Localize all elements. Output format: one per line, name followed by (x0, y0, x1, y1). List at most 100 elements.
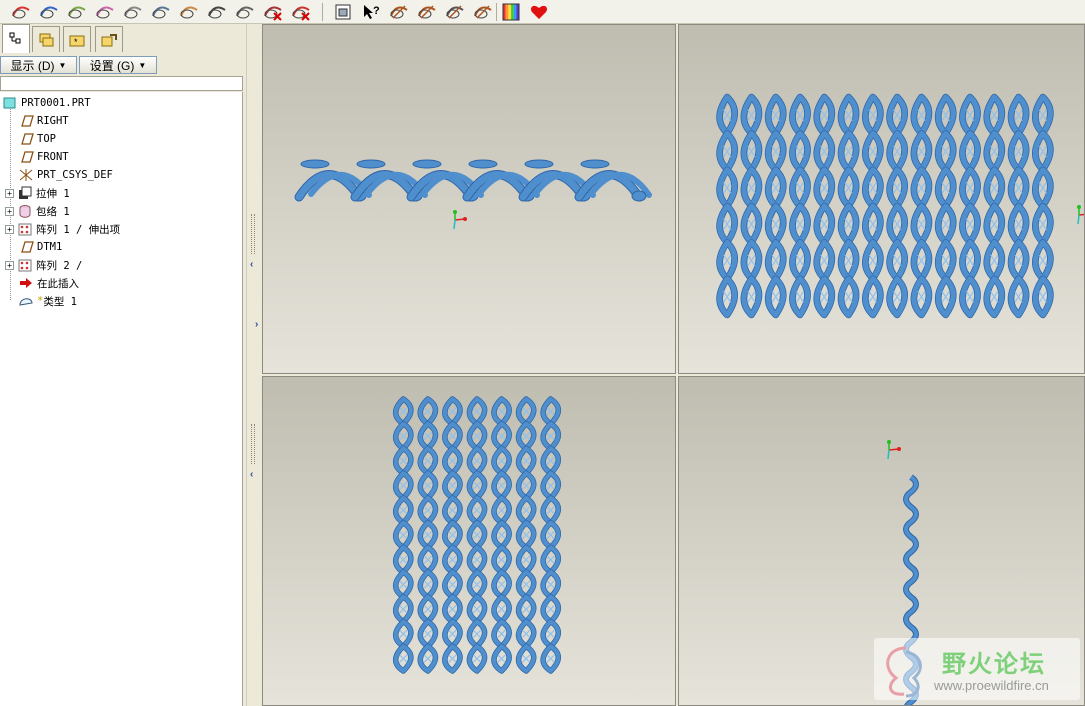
datum-plane-button[interactable] (10, 1, 32, 23)
tree-item[interactable]: PRT_CSYS_DEF (18, 166, 113, 184)
datum-curve-button[interactable] (66, 1, 88, 23)
spin-center-button[interactable] (150, 1, 172, 23)
right-mesh-knot (399, 456, 408, 465)
what-is-this-button[interactable]: ? (360, 1, 382, 23)
tree-item[interactable]: + 阵列 2 / (5, 256, 82, 274)
favorite-heart-button[interactable] (528, 1, 550, 23)
datum-plane-icon (18, 114, 34, 128)
arch-crest (524, 159, 554, 169)
front-mesh-knot (747, 109, 756, 121)
right-mesh-knot (399, 605, 408, 614)
front-view-mesh (716, 93, 1084, 319)
arch-crest (300, 159, 330, 169)
front-mesh-knot (820, 182, 829, 194)
appearance-button[interactable] (500, 1, 522, 23)
tree-item[interactable]: + 包络 1 (5, 202, 70, 220)
sash-grip[interactable] (251, 214, 255, 254)
right-mesh-knot (497, 580, 506, 589)
front-view-viewport[interactable] (678, 24, 1085, 374)
show-menu-button[interactable]: 显示 (D) ▼ (0, 56, 77, 74)
front-mesh-knot (990, 145, 999, 158)
sash-grip[interactable] (251, 424, 255, 464)
tree-item[interactable]: + 拉伸 1 (5, 184, 70, 202)
front-mesh-knot (771, 291, 780, 303)
tree-filter-input[interactable] (0, 76, 243, 91)
saved-view-button[interactable] (122, 1, 144, 23)
tree-item-label: 在此插入 (37, 277, 79, 290)
panel-splitter[interactable]: ‹ › ‹ (246, 24, 262, 706)
connections-tab[interactable] (95, 26, 123, 52)
toolbar-separator (322, 3, 323, 21)
right-mesh-knot (448, 555, 457, 564)
tree-expand-icon[interactable]: + (5, 260, 14, 270)
right-mesh-knot (472, 629, 482, 639)
arch-crest (468, 159, 498, 169)
plane-display-button[interactable] (388, 1, 410, 23)
tree-item-label: PRT_CSYS_DEF (37, 169, 113, 181)
right-mesh-knot (546, 481, 555, 490)
right-mesh-knot (399, 407, 408, 416)
collapse-left-icon[interactable]: ‹ (250, 259, 253, 270)
front-mesh-knot (723, 182, 732, 194)
right-mesh-knot (522, 555, 531, 564)
tree-root-item[interactable]: PRT0001.PRT (2, 94, 91, 112)
tree-item[interactable]: RIGHT (18, 112, 69, 130)
view-manager-icon (335, 4, 351, 20)
tree-item[interactable]: 在此插入 (18, 274, 79, 292)
csys-display-button[interactable] (472, 1, 494, 23)
settings-menu-button[interactable]: 设置 (G) ▼ (79, 56, 157, 74)
hide-button[interactable] (262, 1, 284, 23)
front-mesh-knot (965, 109, 975, 121)
appearance-icon (502, 3, 520, 21)
dimension-button[interactable] (206, 1, 228, 23)
front-mesh-knot (917, 254, 926, 267)
expand-right-icon[interactable]: › (255, 319, 258, 330)
front-mesh-knot (795, 218, 805, 230)
tree-item-label: 阵列 2 / (36, 259, 83, 272)
model-tree-tab[interactable] (2, 24, 30, 53)
right-mesh-knot (472, 506, 482, 515)
view-manager-button[interactable] (332, 1, 354, 23)
front-mesh-knot (893, 291, 902, 303)
arch-knot (631, 190, 647, 202)
orient-button[interactable] (178, 1, 200, 23)
axis-display-button[interactable] (416, 1, 438, 23)
collapse-left-icon[interactable]: ‹ (250, 469, 253, 480)
favorites-tab[interactable]: * (63, 26, 91, 52)
tree-item[interactable]: * 类型 1 (18, 292, 77, 310)
right-mesh-knot (448, 407, 457, 416)
right-mesh-knot (423, 530, 432, 540)
tree-expand-icon[interactable]: + (5, 206, 14, 216)
tree-item[interactable]: FRONT (18, 148, 69, 166)
front-mesh-knot (917, 182, 926, 194)
tree-item[interactable]: TOP (18, 130, 56, 148)
tree-item[interactable]: + 阵列 1 / 伸出项 (5, 220, 120, 238)
shading-button[interactable] (94, 1, 116, 23)
measure-button[interactable] (234, 1, 256, 23)
point-display-button[interactable] (444, 1, 466, 23)
tree-expand-icon[interactable]: + (5, 188, 14, 198)
folder-browser-tab[interactable] (32, 26, 60, 52)
tree-item[interactable]: DTM1 (18, 238, 62, 256)
datum-axis-icon (40, 6, 58, 19)
right-mesh-knot (448, 605, 457, 614)
front-mesh-knot (771, 145, 780, 158)
right-mesh-knot (497, 605, 506, 614)
top-view-viewport[interactable] (262, 24, 676, 374)
right-mesh-knot (497, 481, 506, 490)
settings-menu-label: 设置 (G) (89, 58, 135, 73)
datum-curve-icon (68, 6, 86, 19)
datum-plane-icon (18, 150, 34, 164)
datum-axis-button[interactable] (38, 1, 60, 23)
right-view-viewport[interactable] (262, 376, 676, 706)
csys-icon (18, 168, 34, 182)
tree-expand-icon[interactable]: + (5, 224, 14, 234)
right-mesh-knot (399, 506, 408, 515)
tree-item-label: PRT0001.PRT (21, 97, 91, 109)
right-mesh-knot (399, 555, 408, 564)
front-mesh-knot (917, 218, 926, 230)
delete-button[interactable] (290, 1, 312, 23)
front-mesh-knot (747, 182, 756, 194)
front-mesh-knot (844, 145, 853, 158)
right-mesh-knot (423, 629, 432, 639)
